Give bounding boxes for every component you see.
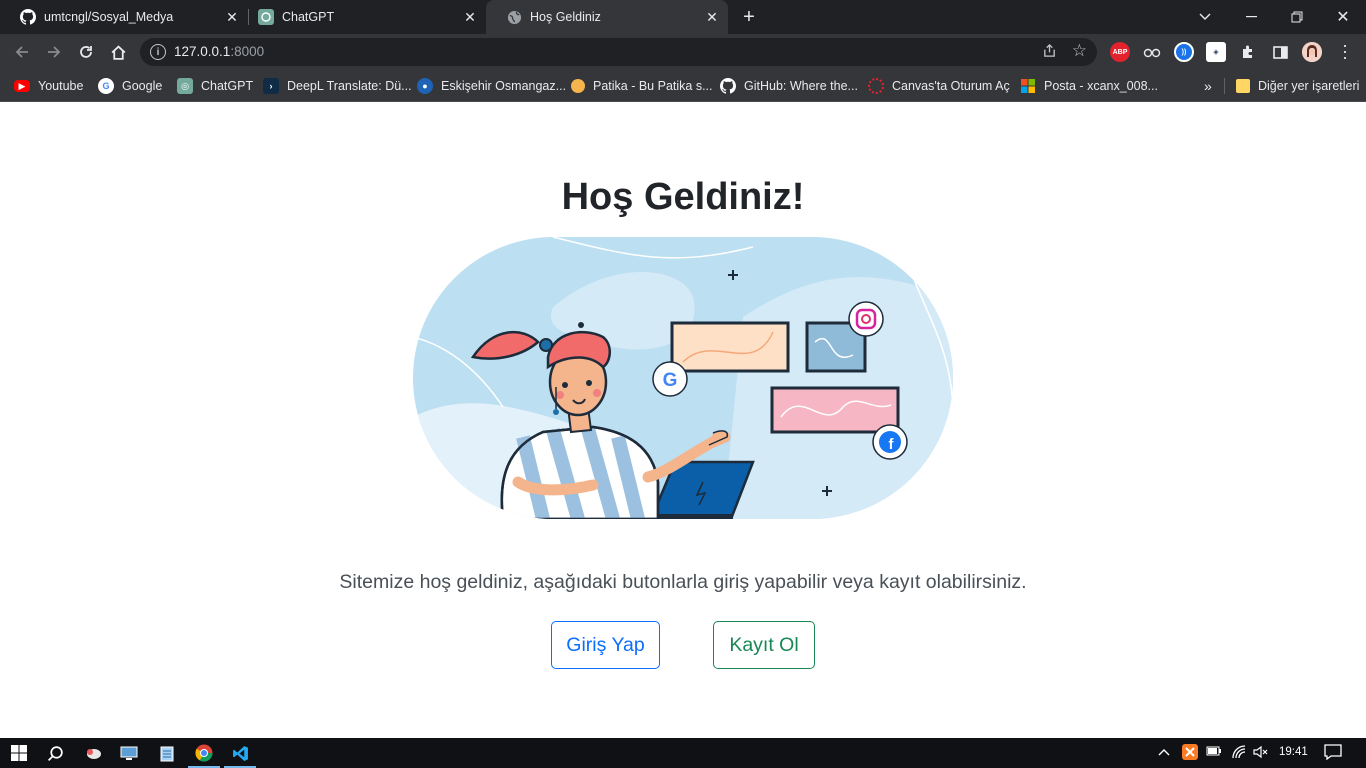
home-icon[interactable] (106, 40, 130, 64)
close-icon[interactable]: ✕ (460, 7, 480, 27)
bookmark-deepl[interactable]: › DeepL Translate: Dü... (263, 77, 412, 95)
welcome-lead-text: Sitemize hoş geldiniz, aşağıdaki butonla… (339, 571, 1027, 593)
github-icon (720, 78, 736, 94)
bookmark-label: Posta - xcanx_008... (1044, 79, 1158, 93)
restore-icon[interactable] (1274, 0, 1320, 34)
bookmark-chatgpt[interactable]: ◎ ChatGPT (177, 77, 253, 95)
new-tab-icon[interactable]: + (738, 6, 760, 28)
bookmark-label: Google (122, 79, 163, 93)
tab-chatgpt[interactable]: ChatGPT ✕ (238, 0, 486, 34)
windows-start-icon[interactable] (8, 742, 30, 764)
patika-icon (571, 79, 585, 93)
volume-muted-icon[interactable] (1253, 745, 1269, 762)
university-icon: ● (417, 78, 433, 94)
hero-illustration: G f (413, 237, 953, 519)
tab-search-chevron-icon[interactable] (1182, 0, 1228, 34)
reload-icon[interactable] (74, 40, 98, 64)
address-bar[interactable]: i 127.0.0.1:8000 ☆ (140, 38, 1097, 66)
bookmark-other-folder[interactable]: Diğer yer işaretleri (1236, 77, 1359, 95)
minimize-icon[interactable] (1228, 0, 1274, 34)
menu-icon[interactable]: · · · (1338, 36, 1352, 66)
bookmark-label: Diğer yer işaretleri (1258, 79, 1360, 93)
bookmark-youtube[interactable]: ▶ Youtube (14, 77, 83, 95)
bookmark-google[interactable]: G Google (98, 77, 162, 95)
login-button[interactable]: Giriş Yap (551, 621, 660, 669)
forward-icon[interactable] (42, 40, 66, 64)
weather-app-icon[interactable] (82, 742, 104, 764)
register-button[interactable]: Kayıt Ol (713, 621, 815, 669)
page-title: Hoş Geldiniz! (561, 176, 805, 218)
browser-tab-strip: umtcngl/Sosyal_Medya ✕ ChatGPT ✕ Hoş Gel… (0, 0, 1366, 34)
bookmark-star-icon[interactable]: ☆ (1072, 41, 1087, 61)
svg-text:G: G (663, 370, 678, 391)
bookmark-label: ChatGPT (201, 79, 254, 93)
side-panel-icon[interactable] (1270, 42, 1290, 62)
tab-title: ChatGPT (282, 10, 335, 24)
page-content: Hoş Geldiniz! G f Sitemize hoş geldiniz,… (0, 102, 1366, 738)
url-text: 127.0.0.1:8000 (174, 44, 265, 59)
vscode-icon[interactable] (229, 742, 251, 764)
bookmark-github[interactable]: GitHub: Where the... (720, 77, 858, 95)
notepad-icon[interactable] (156, 742, 178, 764)
chrome-icon[interactable] (193, 742, 215, 764)
bookmark-label: Patika - Bu Patika s... (593, 79, 713, 93)
youtube-icon: ▶ (14, 80, 30, 92)
bookmark-label: Eskişehir Osmangaz... (441, 79, 567, 93)
extension-square-icon[interactable]: ◈ (1206, 42, 1226, 62)
bookmarks-overflow-icon[interactable]: » (1204, 77, 1212, 95)
folder-icon (1236, 79, 1250, 93)
window-close-icon[interactable]: ✕ (1320, 0, 1366, 34)
tab-title: umtcngl/Sosyal_Medya (44, 10, 174, 24)
taskbar-clock[interactable]: 19:41 (1279, 746, 1308, 758)
notification-icon[interactable] (1324, 744, 1342, 763)
share-icon[interactable] (1042, 43, 1057, 61)
chatgpt-icon: ◎ (177, 78, 193, 94)
search-icon[interactable] (44, 742, 66, 764)
bookmark-label: GitHub: Where the... (744, 79, 858, 93)
chatgpt-icon (258, 9, 274, 25)
tab-hos-geldiniz[interactable]: Hoş Geldiniz ✕ (486, 0, 728, 34)
bookmark-eskisehir[interactable]: ● Eskişehir Osmangaz... (417, 77, 566, 95)
tab-title: Hoş Geldiniz (530, 10, 601, 24)
bookmark-label: Canvas'ta Oturum Aç (892, 79, 1010, 93)
extension-glasses-icon[interactable] (1142, 42, 1162, 62)
deepl-icon: › (263, 78, 279, 94)
bookmarks-bar: ▶ Youtube G Google ◎ ChatGPT › DeepL Tra… (0, 70, 1366, 102)
windows-taskbar: 19:41 (0, 738, 1366, 768)
canvas-icon (868, 78, 884, 94)
microsoft-icon (1020, 78, 1036, 94)
close-icon[interactable]: ✕ (702, 7, 722, 27)
bookmark-patika[interactable]: Patika - Bu Patika s... (571, 77, 713, 95)
wifi-icon[interactable] (1232, 745, 1248, 762)
bookmark-label: Youtube (38, 79, 84, 93)
adblock-plus-icon[interactable]: ABP (1110, 42, 1130, 62)
bookmark-divider (1224, 78, 1225, 94)
bookmark-canvas[interactable]: Canvas'ta Oturum Aç (868, 77, 1010, 95)
google-icon: G (98, 78, 114, 94)
browser-toolbar: i 127.0.0.1:8000 ☆ ABP )) ◈ · · · (0, 34, 1366, 70)
tab-github[interactable]: umtcngl/Sosyal_Medya ✕ (0, 0, 248, 34)
puzzle-icon[interactable] (1238, 42, 1258, 62)
xampp-icon[interactable] (1182, 744, 1198, 763)
battery-icon[interactable] (1206, 745, 1222, 760)
profile-avatar[interactable] (1302, 42, 1322, 62)
read-aloud-icon[interactable]: )) (1174, 42, 1194, 62)
site-info-icon[interactable]: i (150, 44, 166, 60)
bookmark-posta[interactable]: Posta - xcanx_008... (1020, 77, 1158, 95)
back-icon[interactable] (10, 40, 34, 64)
bookmark-label: DeepL Translate: Dü... (287, 79, 412, 93)
tray-chevron-icon[interactable] (1158, 745, 1170, 759)
globe-icon (506, 9, 522, 25)
remote-desktop-icon[interactable] (118, 742, 140, 764)
github-icon (20, 9, 36, 25)
